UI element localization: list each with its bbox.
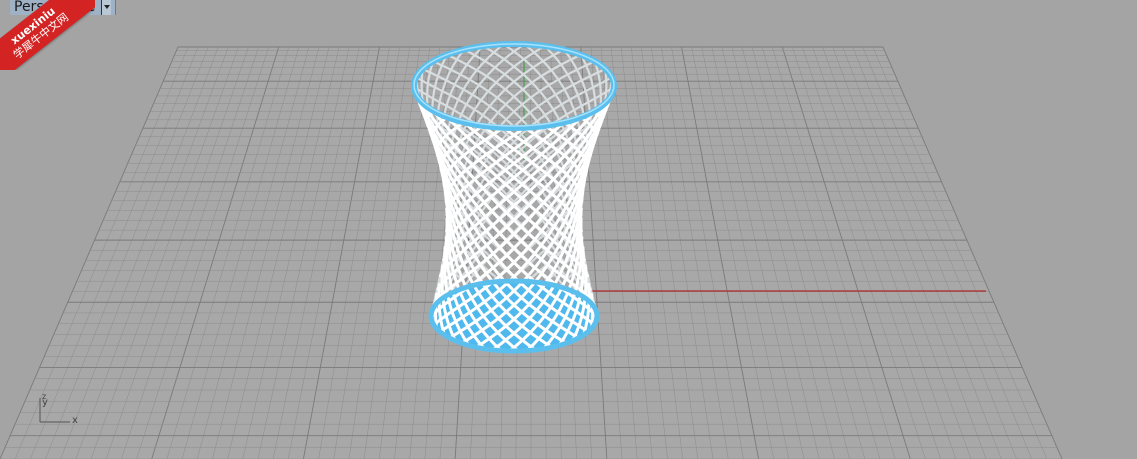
basket-strand <box>433 292 439 330</box>
watermark-ribbon: xuexiniu 学犀牛中文网 <box>0 0 95 70</box>
watermark-logo: xuexiniu 学犀牛中文网 <box>0 0 95 70</box>
perspective-viewport[interactable]: x y z Perspective xuexiniu 学犀牛中文网 <box>0 0 1137 459</box>
axis-widget-z-label: z <box>42 392 47 401</box>
construction-grid <box>0 46 1063 459</box>
viewport-canvas[interactable] <box>0 0 1137 459</box>
axis-widget-x-label: x <box>72 415 78 426</box>
viewport-menu-chevron-down-icon[interactable] <box>101 0 112 15</box>
